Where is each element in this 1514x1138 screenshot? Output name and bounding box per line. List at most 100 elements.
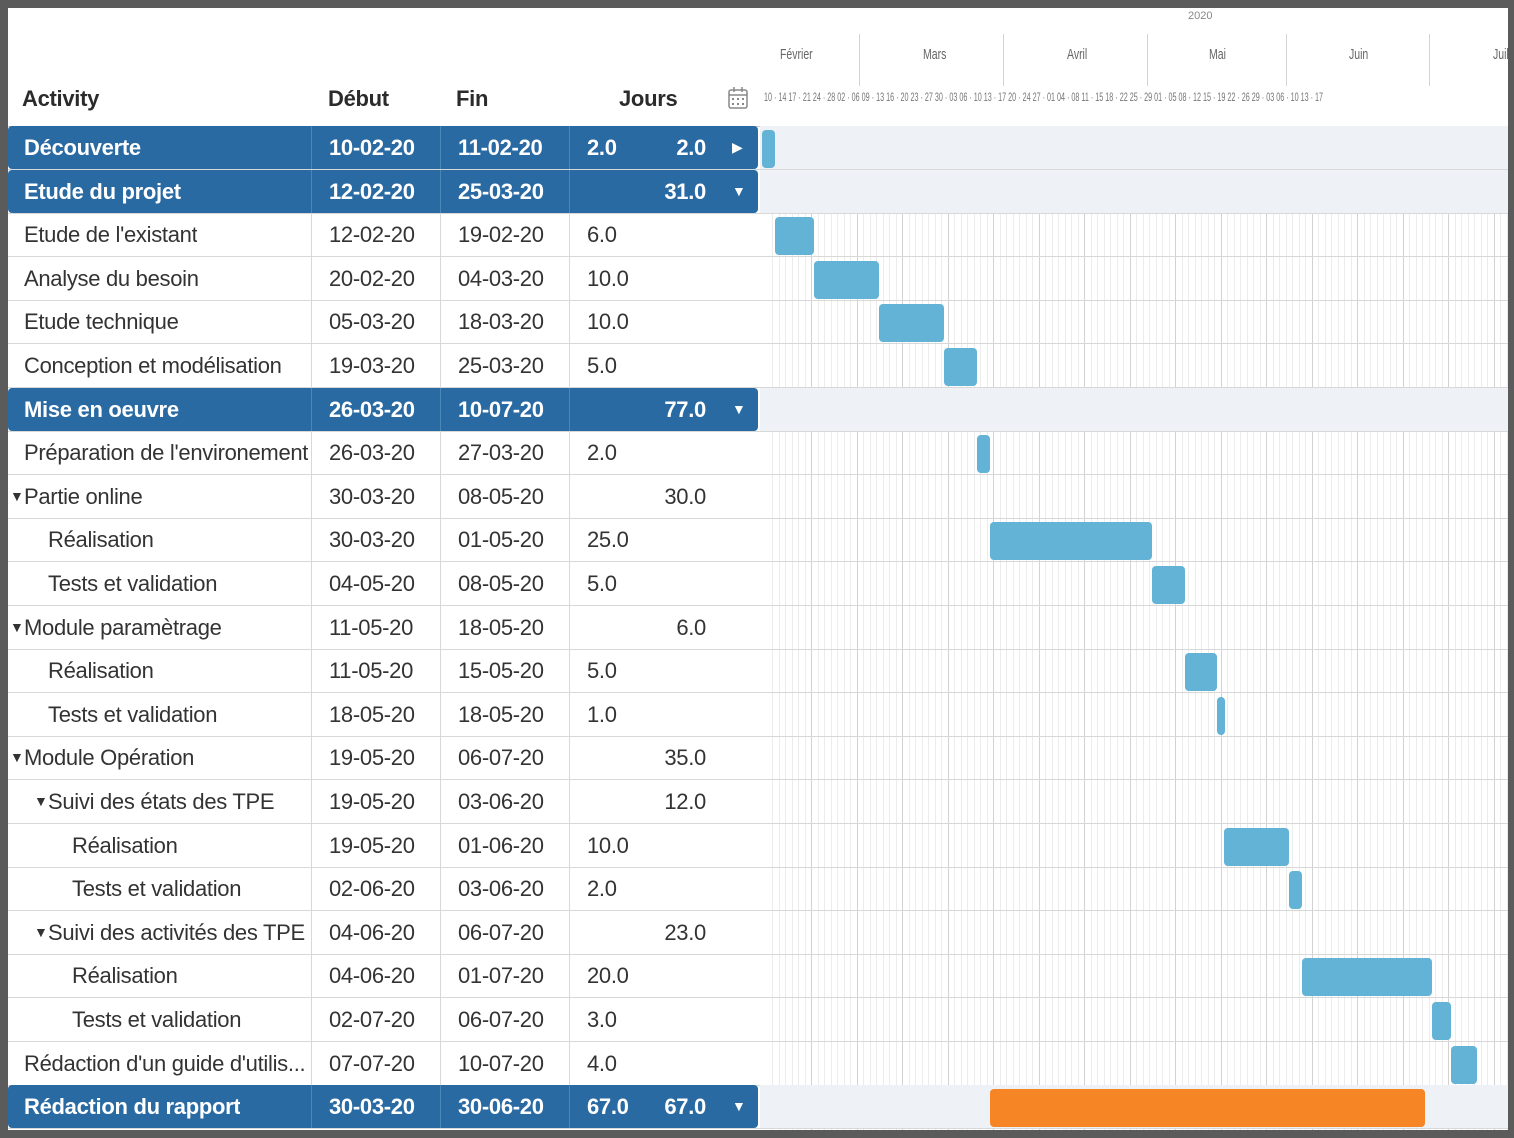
column-divider — [440, 562, 441, 605]
task-total-days — [608, 954, 706, 997]
summary-row[interactable]: Etude du projet 12-02-20 25-03-20 31.0 ▼ — [8, 169, 1508, 214]
task-total-days: 31.0 — [664, 178, 706, 204]
collapse-triangle-icon[interactable]: ▼ — [10, 749, 24, 765]
end-column-header[interactable]: Fin — [456, 86, 488, 112]
task-row[interactable]: Tests et validation 02-07-20 06-07-20 3.0 — [8, 998, 1508, 1042]
task-total-days — [608, 257, 706, 300]
task-start-date: 12-02-20 — [329, 222, 415, 248]
task-bar[interactable] — [1217, 696, 1225, 735]
column-divider — [569, 126, 570, 169]
task-row[interactable]: Tests et validation 18-05-20 18-05-20 1.0 — [8, 692, 1508, 737]
collapse-triangle-icon[interactable]: ▼ — [10, 619, 24, 635]
start-column-header[interactable]: Début — [328, 86, 389, 112]
task-bar[interactable] — [1431, 1002, 1451, 1040]
timeline-row — [760, 300, 1508, 343]
task-bar[interactable] — [1223, 827, 1289, 866]
column-divider — [569, 998, 570, 1041]
task-row[interactable]: Préparation de l'environement 26-03-20 27-… — [8, 431, 1508, 476]
column-divider — [311, 1085, 312, 1129]
task-bar[interactable] — [775, 217, 814, 256]
timeline-row — [760, 562, 1508, 605]
month-label: Juil — [1493, 46, 1508, 63]
task-bar[interactable] — [944, 348, 977, 386]
collapse-triangle-icon[interactable]: ▼ — [34, 793, 48, 809]
column-divider — [569, 387, 570, 431]
task-name: Préparation de l'environement — [24, 440, 309, 466]
task-row[interactable]: Réalisation 19-05-20 01-06-20 10.0 — [8, 823, 1508, 868]
expand-arrow-icon[interactable]: ▶ — [732, 139, 743, 156]
task-bar[interactable] — [1184, 653, 1217, 692]
task-start-date: 11-05-20 — [329, 614, 414, 640]
task-end-date: 03-06-20 — [458, 789, 544, 814]
task-row[interactable]: Etude de l'existant 12-02-20 19-02-20 6.0 — [8, 213, 1508, 258]
task-bar[interactable] — [879, 304, 944, 343]
task-total-days — [608, 693, 706, 736]
row-cells: Tests et validation 18-05-20 18-05-20 1.0 — [8, 692, 758, 736]
collapse-triangle-icon[interactable]: ▼ — [34, 924, 48, 940]
task-name: Partie online — [24, 483, 143, 509]
task-start-date: 05-03-20 — [329, 309, 415, 335]
task-name: Module Opération — [24, 745, 195, 771]
task-bar[interactable] — [989, 1089, 1425, 1128]
task-row[interactable]: Réalisation 30-03-20 01-05-20 25.0 — [8, 518, 1508, 563]
task-bar[interactable] — [1451, 1045, 1477, 1084]
task-bar[interactable] — [1152, 566, 1185, 604]
task-row[interactable]: ▼ Suivi des activités des TPE 04-06-20 06-0… — [8, 910, 1508, 955]
task-bar[interactable] — [1301, 958, 1432, 997]
timeline-row — [760, 1042, 1508, 1085]
summary-row[interactable]: Rédaction du rapport 30-03-20 30-06-20 67.0… — [8, 1085, 1508, 1130]
timeline-row — [760, 867, 1508, 910]
task-row[interactable]: Etude technique 05-03-20 18-03-20 10.0 — [8, 300, 1508, 345]
task-end-date: 08-05-20 — [458, 571, 544, 596]
calendar-icon[interactable] — [728, 86, 748, 110]
timeline-row — [760, 126, 1508, 169]
task-row[interactable]: Tests et validation 04-05-20 08-05-20 5.0 — [8, 562, 1508, 606]
column-divider — [569, 562, 570, 605]
task-bar[interactable] — [989, 522, 1152, 561]
task-name: Conception et modélisation — [24, 353, 282, 378]
task-end-date: 18-05-20 — [458, 701, 544, 727]
task-bar[interactable] — [1288, 871, 1302, 910]
collapse-arrow-icon[interactable]: ▼ — [732, 183, 746, 199]
task-row[interactable]: ▼ Module paramètrage 11-05-20 18-05-20 6.0 — [8, 605, 1508, 650]
column-divider — [311, 823, 312, 867]
task-row[interactable]: Réalisation 11-05-20 15-05-20 5.0 — [8, 649, 1508, 694]
task-bar[interactable] — [814, 260, 879, 299]
task-bar[interactable] — [762, 130, 775, 168]
task-end-date: 01-07-20 — [458, 963, 544, 989]
task-name: Module paramètrage — [24, 614, 222, 640]
month-divider — [859, 34, 860, 86]
column-divider — [569, 344, 570, 387]
column-divider — [311, 562, 312, 605]
days-column-header[interactable]: Jours — [619, 86, 678, 112]
task-row[interactable]: ▼ Partie online 30-03-20 08-05-20 30.0 — [8, 474, 1508, 519]
task-name: Réalisation — [48, 658, 154, 684]
task-row[interactable]: Rédaction d'un guide d'utilis... 07-07-20… — [8, 1041, 1508, 1086]
summary-row[interactable]: Découverte 10-02-20 11-02-20 2.0 2.0 ▶ — [8, 126, 1508, 170]
collapse-triangle-icon[interactable]: ▼ — [10, 488, 24, 504]
month-divider — [1147, 34, 1148, 86]
task-end-date: 08-05-20 — [458, 483, 544, 509]
task-row[interactable]: Réalisation 04-06-20 01-07-20 20.0 — [8, 954, 1508, 999]
column-divider — [440, 300, 441, 344]
task-end-date: 03-06-20 — [458, 876, 544, 902]
task-start-date: 19-05-20 — [329, 832, 415, 858]
collapse-arrow-icon[interactable]: ▼ — [732, 401, 746, 417]
timeline-row — [760, 693, 1508, 736]
task-row[interactable]: ▼ Suivi des états des TPE 19-05-20 03-06-20… — [8, 780, 1508, 824]
row-cells: Réalisation 19-05-20 01-06-20 10.0 — [8, 823, 758, 867]
column-divider — [440, 736, 441, 780]
summary-row[interactable]: Mise en oeuvre 26-03-20 10-07-20 77.0 ▼ — [8, 387, 1508, 432]
task-name: Etude technique — [24, 309, 179, 335]
task-row[interactable]: Analyse du besoin 20-02-20 04-03-20 10.0 — [8, 256, 1508, 301]
task-row[interactable]: Conception et modélisation 19-03-20 25-03-… — [8, 344, 1508, 388]
activity-column-header[interactable]: Activity — [22, 86, 99, 112]
task-row[interactable]: Tests et validation 02-06-20 03-06-20 2.0 — [8, 867, 1508, 912]
collapse-arrow-icon[interactable]: ▼ — [732, 1098, 746, 1114]
task-end-date: 04-03-20 — [458, 265, 544, 291]
task-bar[interactable] — [976, 435, 990, 474]
month-divider — [1286, 34, 1287, 86]
column-divider — [569, 954, 570, 998]
task-row[interactable]: ▼ Module Opération 19-05-20 06-07-20 35.0 — [8, 736, 1508, 781]
timeline-row — [760, 431, 1508, 474]
